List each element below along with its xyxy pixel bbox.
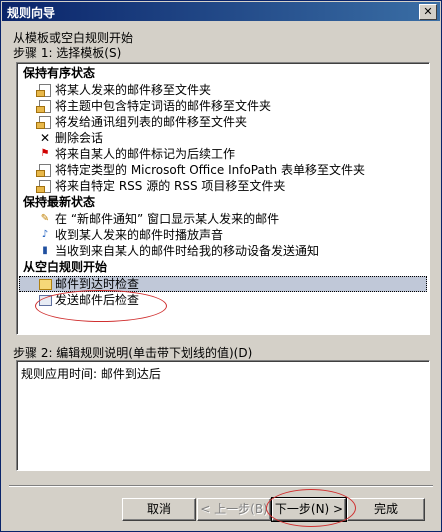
- template-item[interactable]: ✕ 删除会话: [19, 130, 427, 146]
- template-list-body: 保持有序状态将某人发来的邮件移至文件夹将主题中包含特定词语的邮件移至文件夹 将发给…: [19, 65, 427, 332]
- template-item-label: 将来自特定 RSS 源的 RSS 项目移至文件夹: [55, 179, 286, 193]
- template-group-header: 保持最新状态: [23, 195, 96, 209]
- template-item[interactable]: ♪ 收到某人发来的邮件时播放声音: [19, 227, 427, 243]
- template-item[interactable]: 将某人发来的邮件移至文件夹: [19, 82, 427, 98]
- button-separator: [9, 485, 433, 487]
- template-item[interactable]: 邮件到达时检查: [19, 276, 427, 292]
- template-item[interactable]: 将特定类型的 Microsoft Office InfoPath 表单移至文件夹: [19, 162, 427, 178]
- rule-description-text: 规则应用时间: 邮件到达后: [21, 367, 161, 381]
- template-item-label: 发送邮件后检查: [55, 293, 140, 307]
- mobile-phone-icon: ▮: [42, 245, 48, 256]
- template-item[interactable]: ▮ 当收到来自某人的邮件时给我的移动设备发送通知: [19, 243, 427, 259]
- window-title: 规则向导: [7, 6, 56, 20]
- template-item-label: 收到某人发来的邮件时播放声音: [55, 228, 224, 242]
- template-group-header: 保持有序状态: [23, 66, 96, 80]
- rules-wizard-window: 规则向导 ✕ 从模板或空白规则开始 步骤 1: 选择模板(S) 保持有序状态 将某…: [0, 0, 442, 532]
- doc-move-icon: [36, 180, 51, 193]
- envelope-icon: [39, 279, 52, 290]
- template-group-header: 从空白规则开始: [23, 260, 108, 274]
- template-list[interactable]: 保持有序状态将某人发来的邮件移至文件夹将主题中包含特定词语的邮件移至文件夹 将发给…: [16, 62, 430, 335]
- template-item[interactable]: 将来自特定 RSS 源的 RSS 项目移至文件夹: [19, 178, 427, 194]
- template-item[interactable]: 将发给通讯组列表的邮件移至文件夹: [19, 114, 427, 130]
- template-item-label: 邮件到达时检查: [55, 277, 140, 291]
- template-item-label: 将来自某人的邮件标记为后续工作: [55, 147, 236, 161]
- template-item[interactable]: 发送邮件后检查: [19, 292, 427, 308]
- next-button[interactable]: 下一步(N) >: [271, 497, 347, 522]
- step1-label: 步骤 1: 选择模板(S): [13, 46, 122, 60]
- template-item[interactable]: 将主题中包含特定词语的邮件移至文件夹: [19, 98, 427, 114]
- template-item-label: 将某人发来的邮件移至文件夹: [55, 83, 212, 97]
- back-button[interactable]: < 上一步(B): [197, 498, 271, 521]
- rule-description-box[interactable]: 规则应用时间: 邮件到达后: [16, 360, 430, 471]
- template-item-label: 在 “新邮件通知” 窗口显示某人发来的邮件: [55, 212, 280, 226]
- template-item-label: 删除会话: [55, 131, 104, 145]
- step2-label: 步骤 2: 编辑规则说明(单击带下划线的值)(D): [13, 346, 253, 360]
- sound-icon: ♪: [41, 229, 49, 240]
- delete-x-icon: ✕: [39, 131, 51, 145]
- finish-button[interactable]: 完成: [347, 498, 425, 521]
- template-item-label: 将发给通讯组列表的邮件移至文件夹: [55, 115, 248, 129]
- cancel-button[interactable]: 取消: [122, 498, 196, 521]
- note-alert-icon: ✎: [40, 213, 50, 224]
- doc-move-icon: [36, 116, 51, 129]
- red-flag-icon: ⚑: [40, 148, 50, 159]
- doc-move-icon: [36, 164, 51, 177]
- send-mail-icon: [39, 295, 52, 306]
- title-bar: 规则向导 ✕: [2, 2, 440, 21]
- template-item[interactable]: ⚑ 将来自某人的邮件标记为后续工作: [19, 146, 427, 162]
- template-item-label: 当收到来自某人的邮件时给我的移动设备发送通知: [55, 244, 320, 258]
- template-item-label: 将主题中包含特定词语的邮件移至文件夹: [55, 99, 272, 113]
- doc-move-icon: [36, 84, 51, 97]
- template-item-label: 将特定类型的 Microsoft Office InfoPath 表单移至文件夹: [55, 163, 365, 177]
- template-item[interactable]: ✎ 在 “新邮件通知” 窗口显示某人发来的邮件: [19, 211, 427, 227]
- close-button[interactable]: ✕: [419, 4, 437, 20]
- doc-move-icon: [36, 100, 51, 113]
